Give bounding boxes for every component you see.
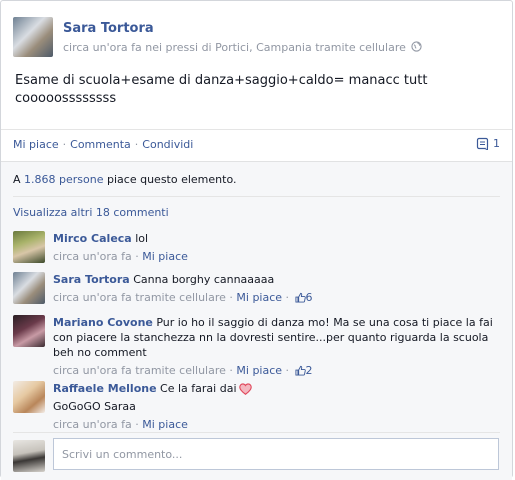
comment-text: Canna borghy cannaaaaa bbox=[133, 273, 275, 286]
comment-like-link[interactable]: Mi piace bbox=[142, 250, 188, 263]
comment-text: lol bbox=[135, 232, 149, 245]
like-link[interactable]: Mi piace bbox=[13, 138, 59, 151]
commenter-avatar[interactable] bbox=[13, 315, 45, 347]
separator: · bbox=[62, 138, 67, 151]
likes-count-link[interactable]: 1.868 persone bbox=[24, 173, 103, 186]
comment-text: Ce la farai dai bbox=[160, 382, 237, 395]
post-card: Sara Tortora circa un'ora fa nei pressi … bbox=[0, 0, 513, 480]
comment-text-line2: GoGoGO Saraa bbox=[53, 400, 136, 413]
commenter-avatar[interactable] bbox=[13, 231, 45, 263]
comment-like-link[interactable]: Mi piace bbox=[236, 364, 282, 377]
comment-like-link[interactable]: Mi piace bbox=[236, 291, 282, 304]
commenter-avatar[interactable] bbox=[13, 381, 45, 413]
author-name[interactable]: Sara Tortora bbox=[63, 21, 154, 36]
comment-time[interactable]: circa un'ora fa bbox=[53, 418, 132, 431]
thumbs-up-icon bbox=[295, 292, 306, 307]
share-link[interactable]: Condividi bbox=[142, 138, 193, 151]
divider bbox=[13, 196, 500, 197]
thumbs-up-icon bbox=[295, 365, 306, 380]
post-actions-bar: Mi piace · Commenta · Condividi 1 bbox=[1, 129, 512, 160]
likes-prefix: A bbox=[13, 173, 21, 186]
comment-like-link[interactable]: Mi piace bbox=[142, 418, 188, 431]
likes-sentence: A 1.868 persone piace questo elemento. bbox=[13, 173, 236, 186]
heart-icon bbox=[238, 383, 252, 399]
comment-time[interactable]: circa un'ora fa tramite cellulare bbox=[53, 364, 226, 377]
post-text: Esame di scuola+esame di danza+saggio+ca… bbox=[15, 73, 428, 106]
author-avatar[interactable] bbox=[13, 17, 53, 57]
comment-composer bbox=[13, 438, 500, 472]
commenter-avatar[interactable] bbox=[13, 272, 45, 304]
view-more-comments-link[interactable]: Visualizza altri 18 commenti bbox=[13, 206, 169, 219]
divider bbox=[13, 432, 500, 433]
likes-suffix: piace questo elemento. bbox=[107, 173, 237, 186]
comment-time[interactable]: circa un'ora fa tramite cellulare bbox=[53, 291, 226, 304]
comment-input[interactable] bbox=[53, 438, 499, 470]
commenter-name[interactable]: Raffaele Mellone bbox=[53, 382, 157, 395]
post-meta: circa un'ora fa nei pressi di Portici, C… bbox=[63, 41, 422, 55]
comment-icon bbox=[476, 137, 489, 151]
commenter-name[interactable]: Sara Tortora bbox=[53, 273, 130, 286]
comment-time[interactable]: circa un'ora fa bbox=[53, 250, 132, 263]
commenter-name[interactable]: Mariano Covone bbox=[53, 316, 153, 329]
current-user-avatar bbox=[13, 440, 45, 472]
commenter-name[interactable]: Mirco Caleca bbox=[53, 232, 132, 245]
comment-link[interactable]: Commenta bbox=[70, 138, 131, 151]
comment-count-value: 1 bbox=[493, 137, 500, 150]
comment-like-count[interactable]: 6 bbox=[306, 291, 313, 304]
comment-like-count[interactable]: 2 bbox=[306, 364, 313, 377]
globe-icon bbox=[411, 41, 422, 55]
comment-count[interactable]: 1 bbox=[476, 137, 500, 151]
ufi-panel: A 1.868 persone piace questo elemento. V… bbox=[1, 161, 512, 480]
separator: · bbox=[134, 138, 139, 151]
post-meta-text: circa un'ora fa nei pressi di Portici, C… bbox=[63, 41, 406, 54]
